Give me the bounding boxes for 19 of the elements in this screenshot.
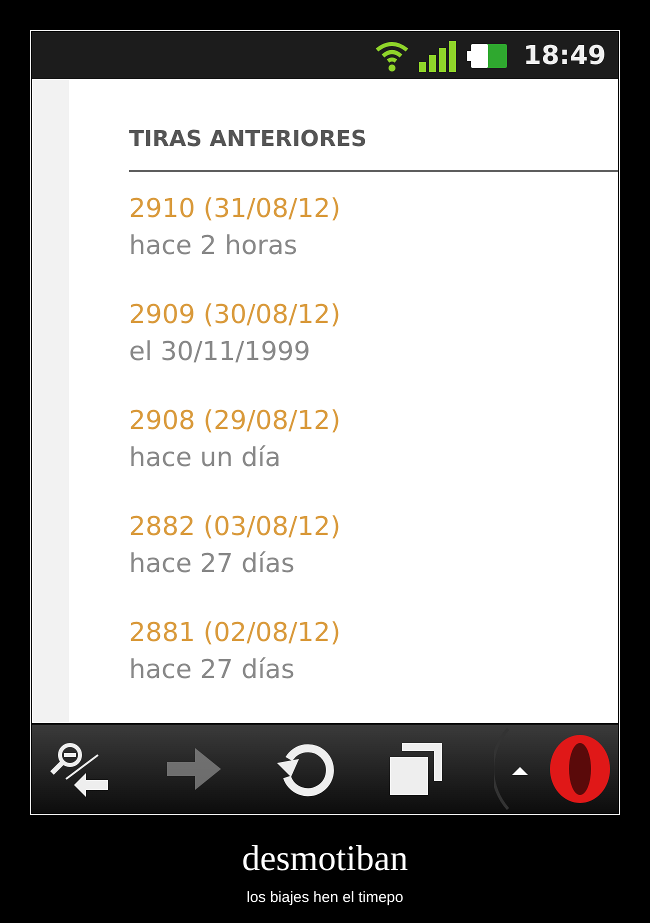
battery-icon — [467, 44, 508, 68]
date-text: hace 2 horas — [129, 230, 298, 263]
clock-time: 18:49 — [523, 40, 606, 70]
date-text: hace 27 días — [129, 654, 295, 687]
signal-icon — [419, 40, 458, 72]
strip-link[interactable]: 2881 (02/08/12) — [129, 616, 340, 650]
reload-button[interactable] — [275, 741, 337, 797]
caption-subtitle: los biajes hen el timepo — [246, 889, 404, 906]
caption-title: desmotiban — [242, 837, 408, 879]
date-text: hace 27 días — [129, 548, 295, 581]
strip-link[interactable]: 2909 (30/08/12) — [129, 298, 340, 332]
tabs-button[interactable] — [388, 741, 444, 797]
strip-link[interactable]: 2910 (31/08/12) — [129, 192, 340, 226]
section-heading: TIRAS ANTERIORES — [129, 127, 618, 172]
strip-link[interactable]: 2882 (03/08/12) — [129, 510, 340, 544]
wifi-icon — [375, 40, 410, 72]
date-text: el 30/11/1999 — [129, 336, 310, 369]
strip-link[interactable]: 2908 (29/08/12) — [129, 404, 340, 438]
date-text: hace un día — [129, 442, 281, 475]
